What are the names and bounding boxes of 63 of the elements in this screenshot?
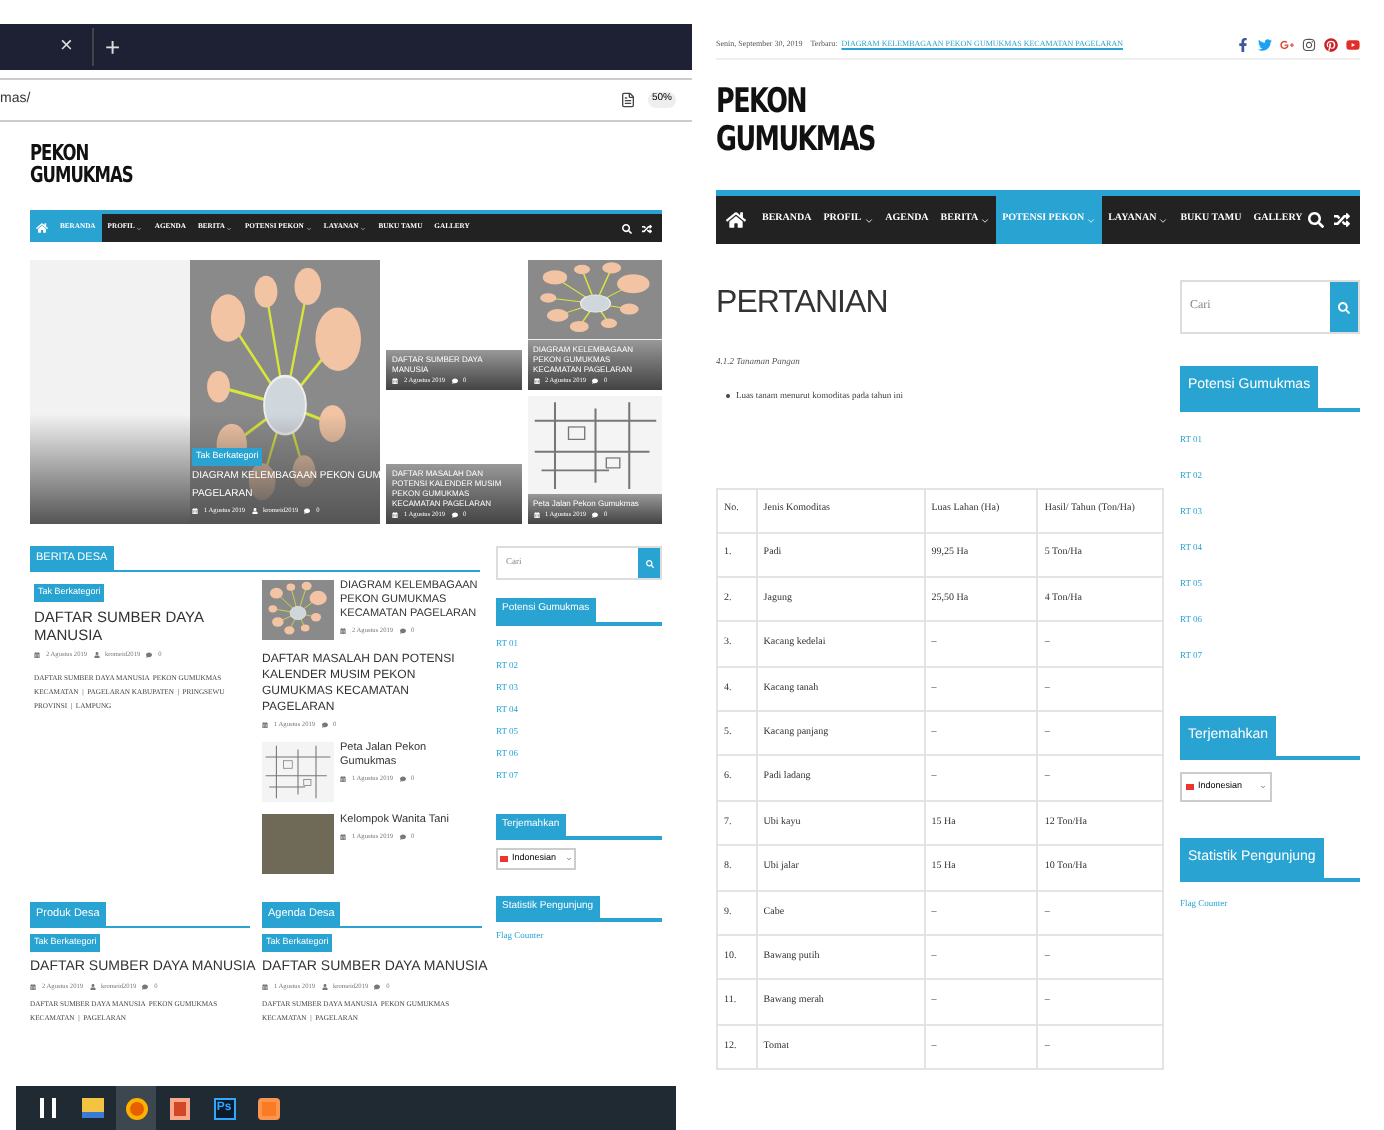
user-icon <box>93 651 100 658</box>
new-tab-button[interactable]: + <box>92 27 121 67</box>
comment-icon <box>321 722 328 729</box>
caret-icon <box>1086 215 1097 225</box>
calendar-icon <box>340 628 346 635</box>
instagram-icon[interactable] <box>1302 37 1316 51</box>
map-drawing <box>527 395 662 495</box>
diagram-drawing <box>262 580 334 641</box>
reader-view-icon[interactable] <box>619 92 636 108</box>
youtube-icon[interactable] <box>1346 37 1360 51</box>
comment-icon <box>304 508 311 515</box>
calendar-icon <box>533 377 539 384</box>
calendar-icon <box>192 508 198 515</box>
calendar-icon <box>340 776 346 783</box>
calendar-icon <box>262 722 268 729</box>
calendar-icon <box>30 984 36 991</box>
calendar-icon <box>392 512 398 519</box>
comment-icon <box>374 984 381 991</box>
comment-icon <box>451 377 458 384</box>
shuffle-icon[interactable] <box>642 223 652 233</box>
search-icon[interactable] <box>622 223 632 233</box>
comment-icon <box>142 984 149 991</box>
comment-icon <box>146 651 153 658</box>
user-icon <box>89 984 96 991</box>
google-plus-icon[interactable] <box>1280 37 1294 51</box>
browser-icon <box>125 1097 147 1119</box>
task-view-icon <box>40 1098 56 1118</box>
diagram-drawing <box>527 260 662 340</box>
search-icon[interactable] <box>1308 212 1325 228</box>
calendar-icon <box>392 377 398 384</box>
comment-icon <box>451 512 458 519</box>
shuffle-icon[interactable] <box>1334 212 1351 228</box>
caret-icon <box>863 215 874 225</box>
twitter-icon[interactable] <box>1258 37 1272 51</box>
comment-icon <box>592 512 599 519</box>
flag-icon <box>1186 783 1194 790</box>
flag-icon <box>500 855 508 862</box>
close-tab-button[interactable]: × <box>60 30 73 64</box>
caret-icon <box>980 215 991 225</box>
comment-icon <box>399 628 406 635</box>
user-icon <box>321 984 328 991</box>
facebook-icon[interactable] <box>1236 37 1250 51</box>
presentation-icon <box>170 1097 190 1119</box>
folder-icon <box>81 1098 103 1118</box>
photo-placeholder <box>262 814 334 875</box>
caret-icon <box>1158 215 1169 225</box>
site-logo[interactable]: PEKON GUMUKMAS <box>30 142 504 186</box>
comment-icon <box>592 377 599 384</box>
site-logo[interactable]: PEKON GUMUKMAS <box>716 84 1199 160</box>
calendar-icon <box>262 984 268 991</box>
user-icon <box>251 508 258 515</box>
calendar-icon <box>533 512 539 519</box>
search-icon <box>645 559 653 567</box>
map-drawing <box>262 742 334 803</box>
comment-icon <box>399 776 406 783</box>
xampp-icon <box>257 1097 279 1119</box>
calendar-icon <box>340 834 346 841</box>
search-icon <box>1338 301 1350 313</box>
pinterest-icon[interactable] <box>1324 37 1338 51</box>
comment-icon <box>399 834 406 841</box>
page-title: PERTANIAN <box>716 284 890 324</box>
calendar-icon <box>34 651 40 658</box>
search-button[interactable] <box>1330 282 1358 332</box>
